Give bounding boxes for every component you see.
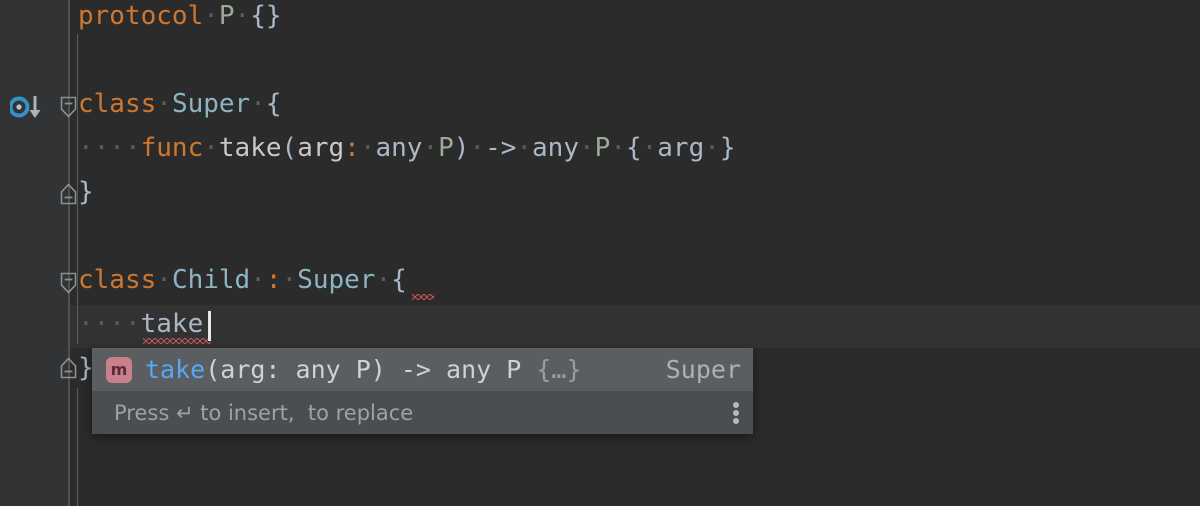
code-token: · [579,133,595,163]
code-token: class [78,89,157,119]
code-token: · [704,133,720,163]
code-token: P [438,133,454,163]
completion-hint-bar: Press ↵ to insert, to replace [92,391,753,434]
code-token: func [140,133,204,163]
code-line[interactable]: protocol·P·{} [78,0,282,38]
code-token: Super [171,89,251,119]
code-token: · [203,133,219,163]
code-token: · [250,89,266,119]
code-token: ···· [78,133,141,163]
completion-item[interactable]: m take(arg: any P) -> any P {…} Super [92,348,753,391]
completion-item-owner: Super [665,355,741,384]
code-token: P [594,133,611,163]
code-token: · [641,133,658,163]
code-token: arg [297,133,345,163]
code-token: ( [281,133,298,163]
code-token: Child [171,265,251,295]
code-token: {} [250,1,282,31]
code-token: · [156,265,172,295]
code-token: · [469,133,486,163]
code-token: protocol [78,1,204,31]
code-line[interactable]: class·Super·{ [78,82,282,126]
code-token: · [610,133,626,163]
code-token: · [203,1,219,31]
code-token: · [359,133,376,163]
code-token: : [344,133,360,163]
code-token: ) [453,133,470,163]
code-token: · [516,133,533,163]
code-token: · [422,133,439,163]
code-token: · [250,265,266,295]
code-token: · [234,1,251,31]
completion-item-name: take [145,355,206,384]
completion-hint-text: Press ↵ to insert, to replace [114,400,414,425]
code-token: take [218,133,282,163]
code-line[interactable]: } [78,170,94,214]
code-token: any [532,133,579,163]
code-line[interactable]: ····func·take(arg:·any·P)·->·any·P·{·arg… [78,126,736,170]
kebab-menu-icon[interactable] [733,402,739,424]
code-token: } [719,133,736,163]
method-icon: m [106,356,132,383]
code-token: · [281,265,298,295]
code-token: { [625,133,642,163]
code-token: } [78,177,94,207]
code-line[interactable]: class·Child·:·Super·{ [78,258,407,302]
completion-item-signature: take(arg: any P) -> any P {…} [145,348,582,391]
code-completion-popup[interactable]: m take(arg: any P) -> any P {…} Super Pr… [92,348,753,434]
text-caret [208,311,211,341]
error-squiggle [143,338,211,344]
code-token: class [78,265,157,295]
code-token: Super [297,265,376,295]
code-token: { [265,89,282,119]
completion-item-params: (arg: any P) -> any P [205,355,522,384]
code-editor[interactable]: protocol·P·{} class·Super·{····func·take(… [0,0,1200,506]
code-token: -> [485,133,517,163]
code-token: any [375,133,423,163]
code-token: { [391,265,407,295]
completion-item-body: {…} [536,355,582,384]
code-token: arg [657,133,705,163]
code-token: : [265,265,282,295]
code-token: take [140,309,204,339]
code-token: · [375,265,392,295]
error-squiggle [412,294,434,300]
code-token: P [218,1,235,31]
code-token: · [156,89,172,119]
code-token: ···· [78,309,141,339]
